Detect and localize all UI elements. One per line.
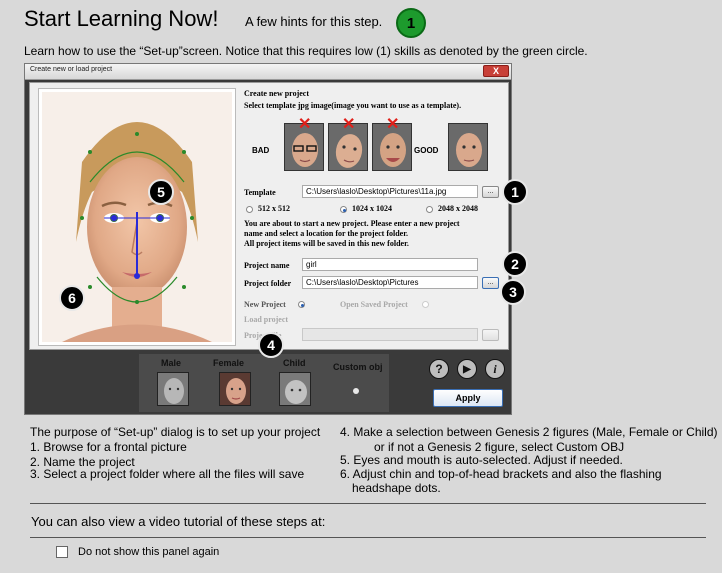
reject-x-icon: ✕ bbox=[298, 116, 312, 133]
new-project-label: New Project bbox=[244, 300, 286, 309]
male-figure-button[interactable] bbox=[157, 372, 189, 406]
instruction-right-2: 5. Eyes and mouth is auto-selected. Adju… bbox=[340, 453, 623, 467]
close-icon[interactable]: X bbox=[483, 65, 509, 77]
dialog-titlebar: Create new or load project X bbox=[25, 64, 511, 80]
notice-line-3: All project items will be saved in this … bbox=[244, 239, 409, 248]
create-project-heading: Create new project bbox=[244, 89, 310, 98]
instruction-left-3: 3. Select a project folder where all the… bbox=[30, 467, 305, 481]
instruction-left-0: The purpose of “Set-up” dialog is to set… bbox=[30, 425, 321, 439]
custom-obj-label: Custom obj bbox=[333, 362, 383, 372]
template-instruction: Select template jpg image(image you want… bbox=[244, 101, 462, 110]
reject-x-icon: ✕ bbox=[386, 116, 400, 133]
intro-text: Learn how to use the “Set-up”screen. Not… bbox=[24, 44, 588, 58]
skill-level-badge: 1 bbox=[396, 8, 426, 38]
callout-6: 6 bbox=[59, 285, 85, 311]
help-icon[interactable]: ? bbox=[429, 359, 449, 379]
template-label: Template bbox=[244, 188, 276, 197]
callout-1: 1 bbox=[502, 179, 528, 205]
radio-1024-label: 1024 x 1024 bbox=[352, 204, 392, 213]
template-browse-button[interactable]: ... bbox=[482, 186, 499, 198]
divider bbox=[30, 503, 706, 504]
setup-dialog-screenshot: Create new or load project X Create new … bbox=[24, 63, 512, 415]
template-path-field[interactable]: C:\Users\laslo\Desktop\Pictures\11a.jpg bbox=[302, 185, 478, 198]
figure-panel: Male Female Child Custom obj bbox=[139, 354, 389, 412]
divider bbox=[30, 537, 706, 538]
play-icon[interactable]: ▶ bbox=[457, 359, 477, 379]
instruction-right-4: headshape dots. bbox=[352, 481, 441, 495]
dialog-body: Create new project Select template jpg i… bbox=[29, 82, 509, 350]
apply-button[interactable]: Apply bbox=[433, 389, 503, 407]
male-label: Male bbox=[161, 358, 182, 368]
child-label: Child bbox=[283, 358, 306, 368]
project-name-label: Project name bbox=[244, 261, 290, 270]
callout-2: 2 bbox=[502, 251, 528, 277]
good-label: GOOD bbox=[414, 146, 439, 155]
project-name-field[interactable]: girl bbox=[302, 258, 478, 271]
reject-x-icon: ✕ bbox=[342, 116, 356, 133]
dialog-title: Create new or load project bbox=[30, 66, 113, 73]
bad-label: BAD bbox=[252, 146, 270, 155]
radio-open-saved[interactable] bbox=[422, 301, 429, 308]
hint-text: A few hints for this step. bbox=[245, 14, 383, 29]
radio-1024[interactable] bbox=[340, 206, 347, 213]
radio-2048[interactable] bbox=[426, 206, 433, 213]
radio-new-project[interactable] bbox=[298, 301, 305, 308]
radio-2048-label: 2048 x 2048 bbox=[438, 204, 478, 213]
instruction-left-1: 1. Browse for a frontal picture bbox=[30, 440, 187, 454]
notice-line-1: You are about to start a new project. Pl… bbox=[244, 219, 460, 228]
callout-4: 4 bbox=[258, 332, 284, 358]
custom-obj-radio[interactable] bbox=[353, 388, 359, 394]
open-saved-label: Open Saved Project bbox=[340, 300, 408, 309]
female-figure-button[interactable] bbox=[219, 372, 251, 406]
dont-show-label: Do not show this panel again bbox=[78, 546, 220, 558]
load-project-heading: Load project bbox=[244, 315, 289, 324]
radio-512[interactable] bbox=[246, 206, 253, 213]
project-folder-field[interactable]: C:\Users\laslo\Desktop\Pictures bbox=[302, 276, 478, 289]
video-tutorial-text: You can also view a video tutorial of th… bbox=[31, 514, 326, 529]
instruction-right-3: 6. Adjust chin and top-of-head brackets … bbox=[340, 467, 662, 481]
callout-5: 5 bbox=[148, 179, 174, 205]
good-example bbox=[448, 123, 488, 171]
project-file-field[interactable] bbox=[302, 328, 478, 341]
notice-line-2: name and select a location for the proje… bbox=[244, 229, 409, 238]
dont-show-checkbox[interactable] bbox=[56, 546, 68, 558]
callout-3: 3 bbox=[500, 279, 526, 305]
folder-browse-button[interactable]: ... bbox=[482, 277, 499, 289]
info-icon[interactable]: i bbox=[485, 359, 505, 379]
radio-512-label: 512 x 512 bbox=[258, 204, 290, 213]
project-folder-label: Project folder bbox=[244, 279, 292, 288]
page-title: Start Learning Now! bbox=[24, 6, 219, 31]
project-file-browse-button[interactable] bbox=[482, 329, 499, 341]
instruction-right-0: 4. Make a selection between Genesis 2 fi… bbox=[340, 425, 718, 439]
child-figure-button[interactable] bbox=[279, 372, 311, 406]
female-label: Female bbox=[213, 358, 245, 368]
